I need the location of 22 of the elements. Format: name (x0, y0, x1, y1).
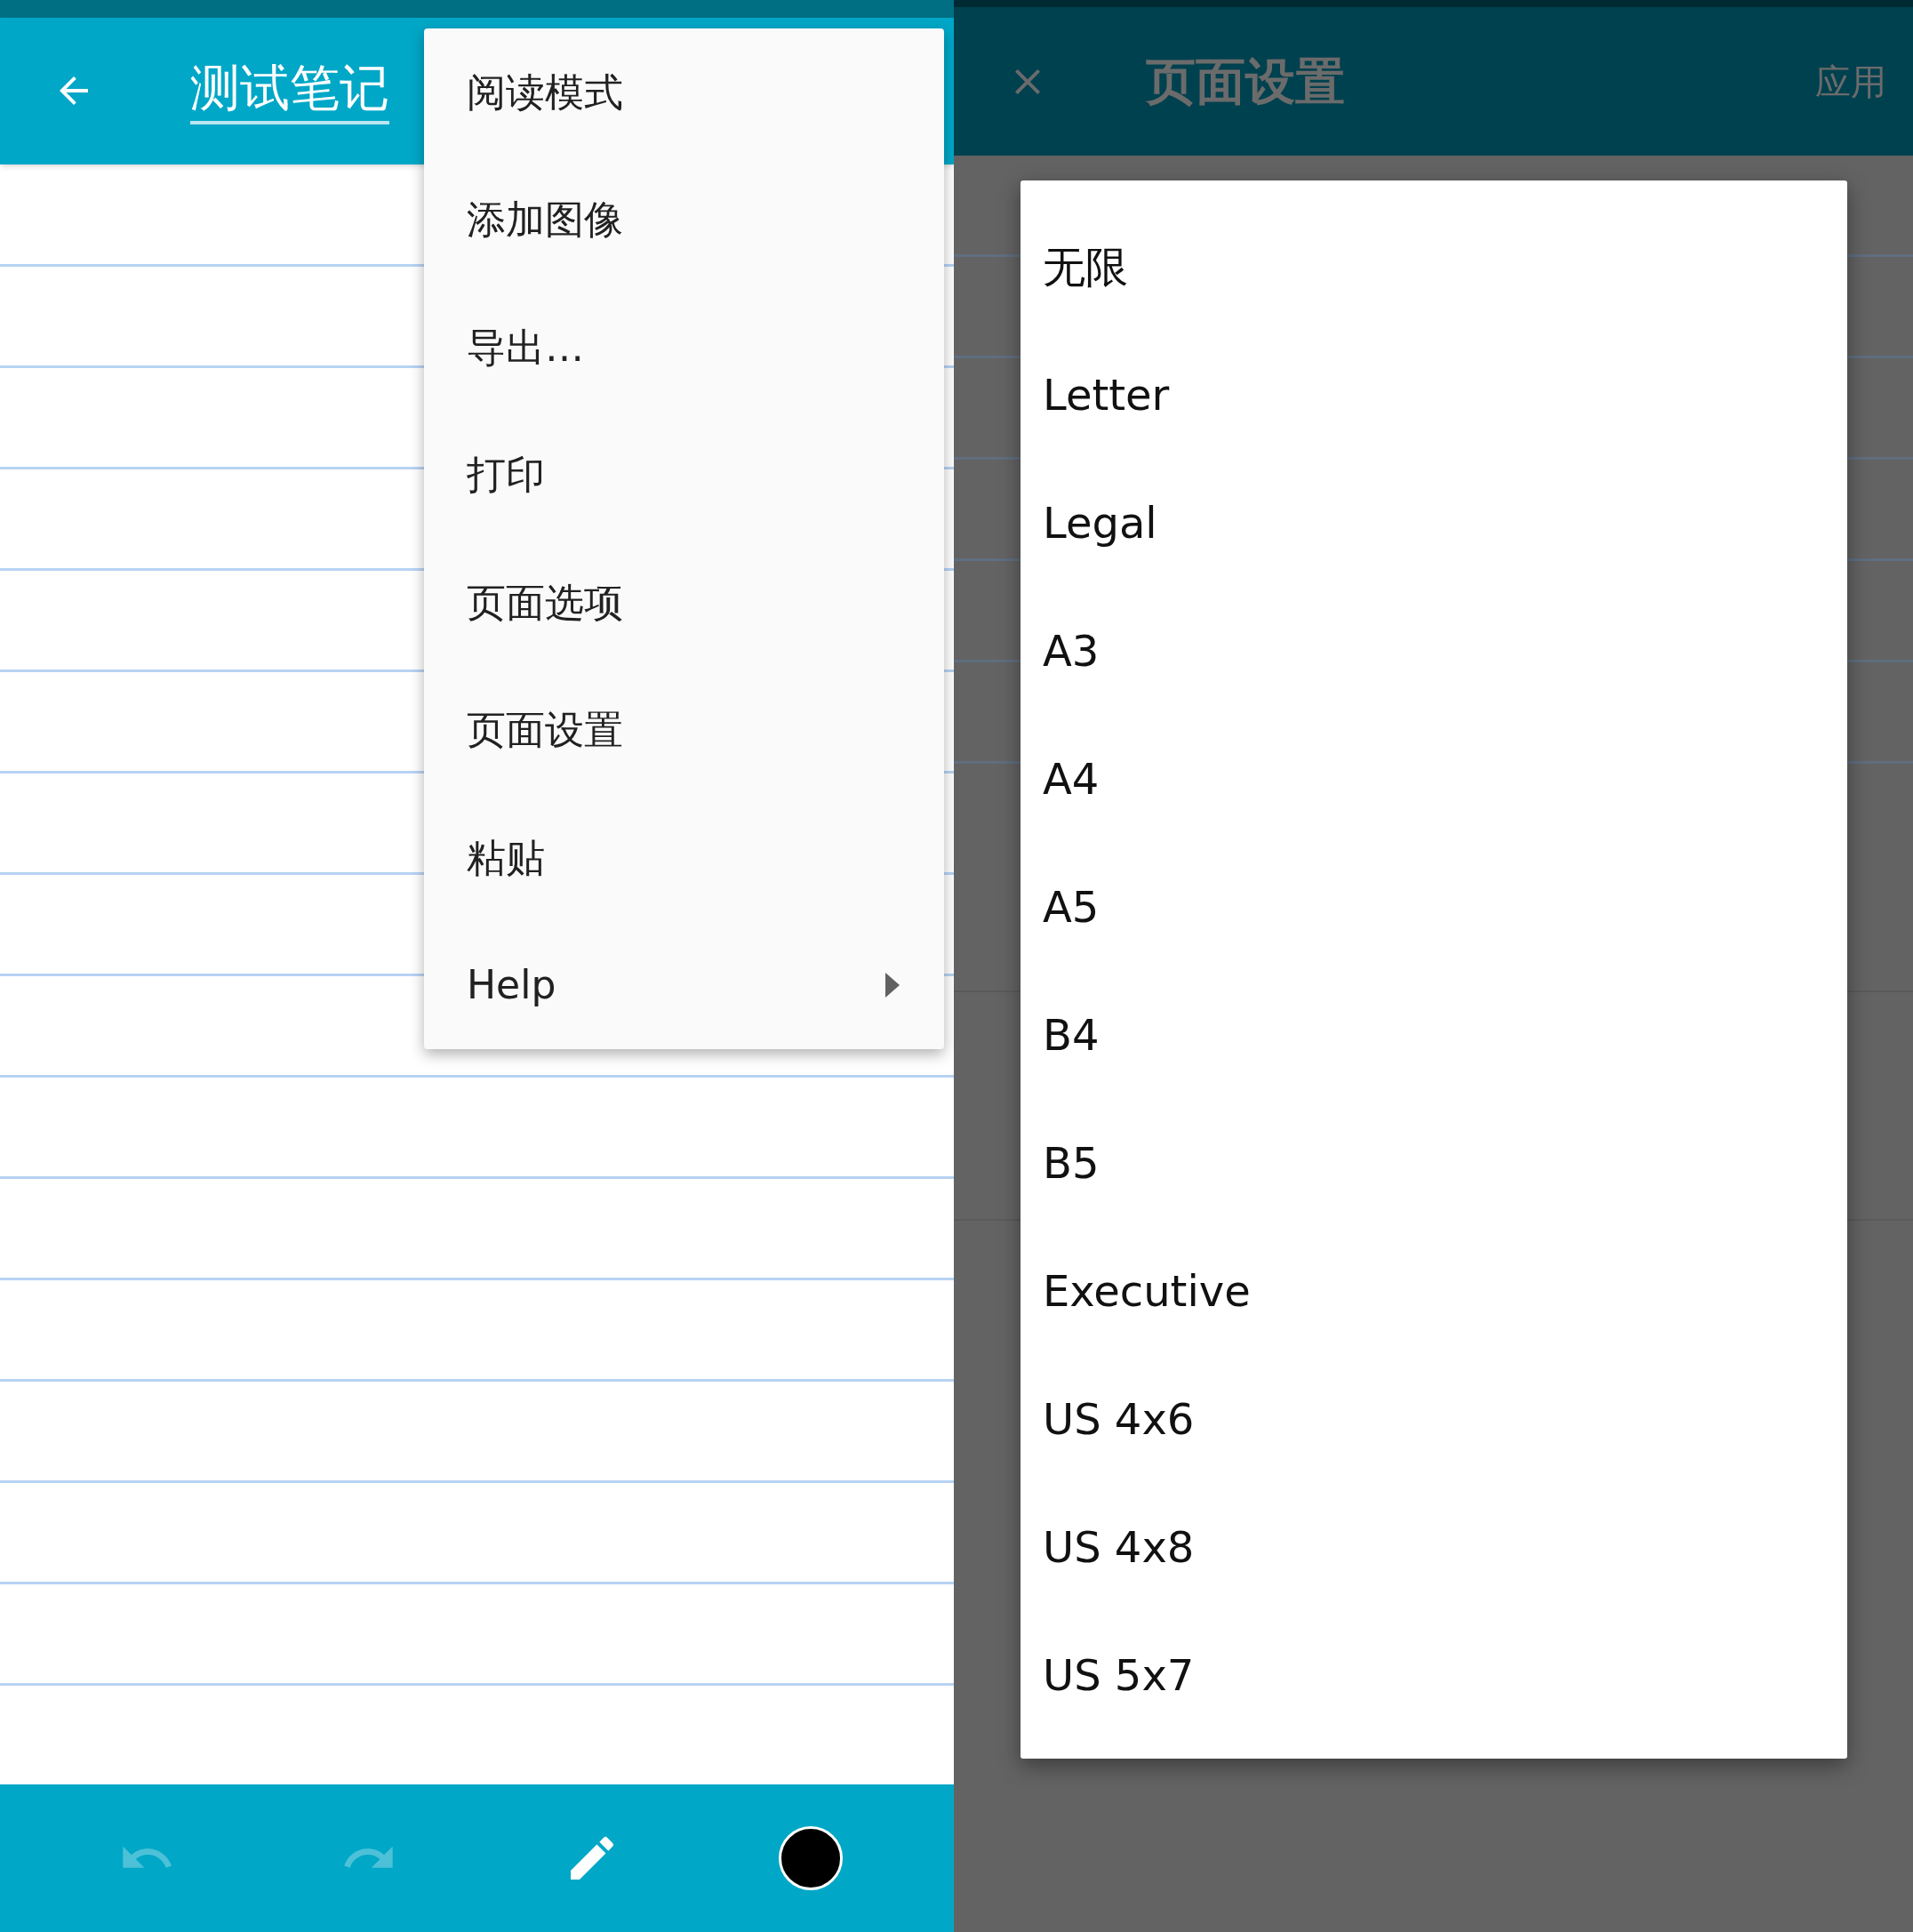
page-size-option[interactable]: 无限 (1021, 203, 1847, 331)
page-size-option[interactable]: B4 (1021, 971, 1847, 1099)
menu-item[interactable]: 阅读模式 (424, 28, 944, 156)
page-size-option[interactable]: US 5x7 (1021, 1611, 1847, 1739)
page-size-option[interactable]: A5 (1021, 843, 1847, 971)
screen-title: 页面设置 (1146, 51, 1345, 112)
page-size-option[interactable]: Letter (1021, 331, 1847, 459)
menu-item[interactable]: 页面设置 (424, 666, 944, 794)
menu-item[interactable]: 打印 (424, 411, 944, 539)
submenu-arrow-icon (884, 971, 901, 1000)
page-size-option[interactable]: B5 (1021, 1099, 1847, 1227)
page-size-option[interactable]: A3 (1021, 587, 1847, 715)
menu-item[interactable]: 粘贴 (424, 794, 944, 922)
menu-item[interactable]: 添加图像 (424, 156, 944, 284)
menu-item[interactable]: 页面选项 (424, 539, 944, 667)
page-size-option[interactable]: Legal (1021, 459, 1847, 587)
menu-item[interactable]: 导出… (424, 284, 944, 412)
page-size-option[interactable]: US 4x8 (1021, 1483, 1847, 1611)
page-size-option[interactable]: Executive (1021, 1227, 1847, 1355)
page-size-option[interactable]: A4 (1021, 715, 1847, 843)
page-size-option[interactable]: US 4x6 (1021, 1355, 1847, 1483)
menu-item[interactable]: Help (424, 921, 944, 1049)
